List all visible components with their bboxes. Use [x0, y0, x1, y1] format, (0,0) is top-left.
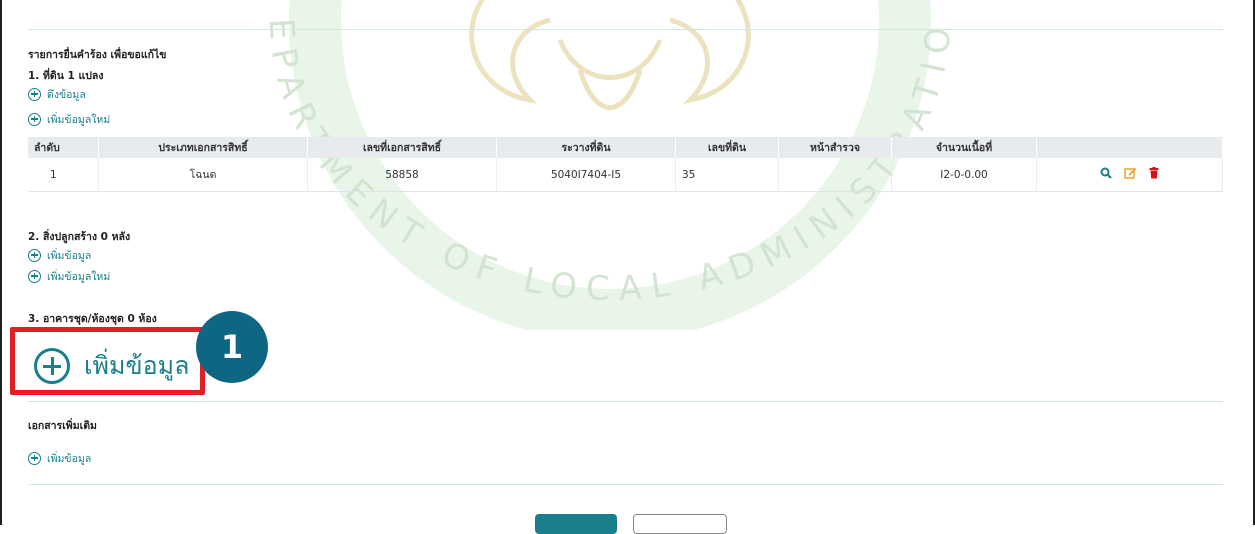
cell-area: I2-0-0.00: [891, 158, 1037, 192]
fetch-data-link[interactable]: ดึงข้อมูล: [28, 86, 86, 102]
extra-docs-add-link[interactable]: เพิ่มข้อมูล: [28, 450, 91, 466]
land-add-new-link[interactable]: เพิ่มข้อมูลใหม่: [28, 111, 110, 127]
col-header-actions: [1036, 137, 1223, 158]
cell-no: 1: [28, 158, 99, 192]
bottom-divider: [28, 484, 1223, 485]
cell-survey-page: [778, 158, 892, 192]
cell-actions: [1036, 158, 1223, 192]
fetch-data-label: ดึงข้อมูล: [47, 88, 86, 101]
col-header-survey-page: หน้าสำรวจ: [778, 137, 892, 158]
cell-doc-no: 58858: [307, 158, 497, 192]
search-icon[interactable]: [1100, 167, 1112, 182]
cell-parcel-no: 35: [675, 158, 779, 192]
plus-circle-icon: [28, 87, 41, 101]
plus-circle-icon: [28, 451, 41, 465]
plus-circle-icon: [28, 248, 41, 262]
land-table: ลำดับ ประเภทเอกสารสิทธิ์ เลขที่เอกสารสิท…: [28, 137, 1223, 192]
plus-circle-icon: [28, 269, 41, 283]
cell-map-sheet: 5040I7404-I5: [496, 158, 676, 192]
col-header-doc-no: เลขที่เอกสารสิทธิ์: [307, 137, 497, 158]
cell-doc-type: โฉนด: [98, 158, 308, 192]
col-header-map-sheet: ระวางที่ดิน: [496, 137, 676, 158]
table-row: 1 โฉนด 58858 5040I7404-I5 35 I2-0-0.00: [28, 158, 1223, 192]
step-badge: 1: [196, 311, 268, 383]
buildings-add-new-label: เพิ่มข้อมูลใหม่: [47, 270, 111, 283]
highlight-box: [10, 327, 205, 395]
col-header-parcel-no: เลขที่ดิน: [675, 137, 779, 158]
col-header-area: จำนวนเนื้อที่: [891, 137, 1037, 158]
table-header-row: ลำดับ ประเภทเอกสารสิทธิ์ เลขที่เอกสารสิท…: [28, 137, 1223, 158]
buildings-add-label: เพิ่มข้อมูล: [47, 249, 92, 262]
buildings-section-title: 2. สิ่งปลูกสร้าง 0 หลัง: [28, 231, 131, 243]
window-frame: [0, 0, 1255, 525]
buildings-add-new-link[interactable]: เพิ่มข้อมูลใหม่: [28, 268, 110, 284]
col-header-doc-type: ประเภทเอกสารสิทธิ์: [98, 137, 308, 158]
condo-section-title: 3. อาคารชุด/ห้องชุด 0 ห้อง: [28, 313, 157, 325]
primary-button[interactable]: [535, 514, 617, 534]
edit-icon[interactable]: [1124, 167, 1137, 182]
delete-icon[interactable]: [1149, 167, 1159, 182]
mid-divider: [28, 401, 1223, 402]
land-add-new-label: เพิ่มข้อมูลใหม่: [47, 113, 111, 126]
top-divider: [28, 29, 1223, 30]
plus-circle-icon: [28, 112, 41, 126]
land-section-title: 1. ที่ดิน 1 แปลง: [28, 70, 104, 82]
section-title: รายการยื่นคำร้อง เพื่อขอแก้ไข: [28, 49, 167, 61]
col-header-no: ลำดับ: [28, 137, 99, 158]
secondary-button[interactable]: [633, 514, 727, 534]
extra-docs-add-label: เพิ่มข้อมูล: [47, 452, 92, 465]
extra-docs-title: เอกสารเพิ่มเติม: [28, 420, 97, 432]
buildings-add-link[interactable]: เพิ่มข้อมูล: [28, 247, 91, 263]
